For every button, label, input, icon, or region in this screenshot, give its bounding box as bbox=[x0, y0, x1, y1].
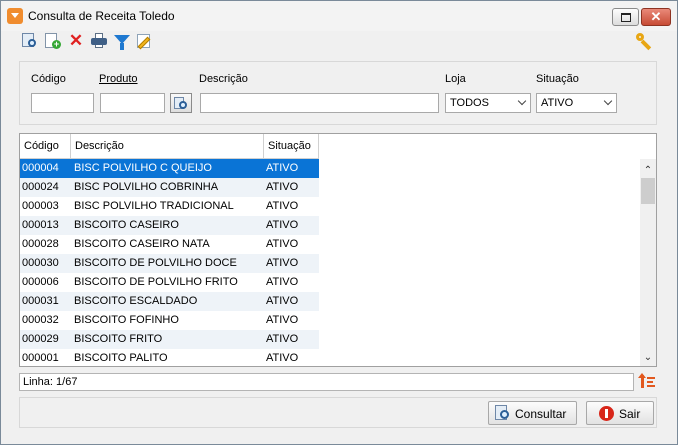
loja-select[interactable]: TODOS bbox=[445, 93, 531, 113]
descricao-label: Descrição bbox=[199, 73, 248, 85]
print-icon[interactable] bbox=[91, 33, 107, 49]
search-icon[interactable] bbox=[22, 33, 38, 49]
cell-situacao: ATIVO bbox=[266, 257, 299, 269]
table-row[interactable]: 000028 BISCOITO CASEIRO NATA ATIVO bbox=[20, 235, 319, 254]
table-row[interactable]: 000031 BISCOITO ESCALDADO ATIVO bbox=[20, 292, 319, 311]
exit-icon bbox=[599, 406, 614, 421]
filter-icon-stem[interactable] bbox=[120, 43, 124, 50]
situacao-select-value: ATIVO bbox=[541, 97, 574, 109]
cell-situacao: ATIVO bbox=[266, 333, 299, 345]
cell-codigo: 000013 bbox=[22, 219, 59, 231]
table-row[interactable]: 000004 BISC POLVILHO C QUEIJO ATIVO bbox=[20, 159, 319, 178]
column-header-descricao[interactable]: Descrição bbox=[71, 134, 264, 158]
cell-codigo: 000001 bbox=[22, 352, 59, 364]
cell-descricao: BISCOITO PALITO bbox=[74, 352, 168, 364]
loja-select-value: TODOS bbox=[450, 97, 489, 109]
grid-header: Código Descrição Situação bbox=[20, 134, 319, 159]
consultar-button[interactable]: Consultar bbox=[488, 401, 577, 425]
table-row[interactable]: 000006 BISCOITO DE POLVILHO FRITO ATIVO bbox=[20, 273, 319, 292]
cell-codigo: 000003 bbox=[22, 200, 59, 212]
consultar-label: Consultar bbox=[515, 407, 567, 421]
column-header-codigo[interactable]: Código bbox=[20, 134, 71, 158]
cell-descricao: BISC POLVILHO TRADICIONAL bbox=[74, 200, 234, 212]
cell-situacao: ATIVO bbox=[266, 181, 299, 193]
cell-descricao: BISC POLVILHO COBRINHA bbox=[74, 181, 219, 193]
title-bar: Consulta de Receita Toledo ✕ bbox=[1, 1, 677, 31]
cell-codigo: 000029 bbox=[22, 333, 59, 345]
table-row[interactable]: 000032 BISCOITO FOFINHO ATIVO bbox=[20, 311, 319, 330]
table-row[interactable]: 000013 BISCOITO CASEIRO ATIVO bbox=[20, 216, 319, 235]
delete-icon[interactable]: ✕ bbox=[68, 32, 84, 49]
cell-codigo: 000031 bbox=[22, 295, 59, 307]
sair-label: Sair bbox=[619, 407, 641, 421]
cell-situacao: ATIVO bbox=[266, 352, 299, 364]
cell-codigo: 000006 bbox=[22, 276, 59, 288]
cell-descricao: BISCOITO DE POLVILHO FRITO bbox=[74, 276, 238, 288]
produto-lookup-button[interactable] bbox=[170, 93, 192, 113]
results-grid[interactable]: Código Descrição Situação 000004 BISC POL… bbox=[19, 133, 657, 367]
cell-codigo: 000004 bbox=[22, 162, 59, 174]
new-document-icon[interactable]: + bbox=[45, 33, 61, 49]
cell-codigo: 000032 bbox=[22, 314, 59, 326]
cell-descricao: BISCOITO CASEIRO bbox=[74, 219, 179, 231]
cell-situacao: ATIVO bbox=[266, 200, 299, 212]
key-icon[interactable] bbox=[636, 33, 652, 51]
cell-descricao: BISCOITO CASEIRO NATA bbox=[74, 238, 210, 250]
cell-descricao: BISCOITO FRITO bbox=[74, 333, 163, 345]
table-row[interactable]: 000003 BISC POLVILHO TRADICIONAL ATIVO bbox=[20, 197, 319, 216]
scroll-up-icon[interactable]: ⌃ bbox=[640, 163, 656, 179]
search-icon bbox=[500, 410, 509, 419]
sort-icon[interactable] bbox=[638, 373, 656, 390]
cell-situacao: ATIVO bbox=[266, 295, 299, 307]
table-row[interactable]: 000030 BISCOITO DE POLVILHO DOCE ATIVO bbox=[20, 254, 319, 273]
cell-situacao: ATIVO bbox=[266, 314, 299, 326]
cell-situacao: ATIVO bbox=[266, 219, 299, 231]
cell-situacao: ATIVO bbox=[266, 162, 299, 174]
cell-codigo: 000030 bbox=[22, 257, 59, 269]
produto-label[interactable]: Produto bbox=[99, 73, 138, 85]
codigo-input[interactable] bbox=[31, 93, 94, 113]
cell-situacao: ATIVO bbox=[266, 238, 299, 250]
table-row[interactable]: 000029 BISCOITO FRITO ATIVO bbox=[20, 330, 319, 349]
window-title: Consulta de Receita Toledo bbox=[28, 9, 175, 23]
cell-descricao: BISCOITO DE POLVILHO DOCE bbox=[74, 257, 237, 269]
codigo-label: Código bbox=[31, 73, 66, 85]
descricao-input[interactable] bbox=[200, 93, 439, 113]
app-icon[interactable] bbox=[7, 8, 23, 24]
cell-situacao: ATIVO bbox=[266, 276, 299, 288]
column-header-situacao[interactable]: Situação bbox=[264, 134, 319, 158]
vertical-scrollbar[interactable]: ⌃ ⌄ bbox=[640, 159, 656, 366]
table-row[interactable]: 000024 BISC POLVILHO COBRINHA ATIVO bbox=[20, 178, 319, 197]
chevron-down-icon bbox=[517, 96, 527, 106]
table-row[interactable]: 000001 BISCOITO PALITO ATIVO bbox=[20, 349, 319, 366]
close-button[interactable]: ✕ bbox=[641, 8, 671, 26]
situacao-select[interactable]: ATIVO bbox=[536, 93, 617, 113]
cell-descricao: BISCOITO ESCALDADO bbox=[74, 295, 198, 307]
cell-codigo: 000024 bbox=[22, 181, 59, 193]
scroll-thumb[interactable] bbox=[641, 178, 655, 204]
cell-descricao: BISCOITO FOFINHO bbox=[74, 314, 179, 326]
chevron-down-icon bbox=[603, 96, 613, 106]
cell-descricao: BISC POLVILHO C QUEIJO bbox=[74, 162, 212, 174]
sair-button[interactable]: Sair bbox=[586, 401, 654, 425]
produto-input[interactable] bbox=[100, 93, 165, 113]
search-icon bbox=[179, 101, 187, 109]
status-bar: Linha: 1/67 bbox=[19, 373, 634, 391]
maximize-button[interactable] bbox=[612, 8, 639, 26]
loja-label: Loja bbox=[445, 73, 466, 85]
scroll-down-icon[interactable]: ⌄ bbox=[640, 350, 656, 366]
cell-codigo: 000028 bbox=[22, 238, 59, 250]
edit-icon[interactable] bbox=[137, 33, 153, 50]
situacao-label: Situação bbox=[536, 73, 579, 85]
